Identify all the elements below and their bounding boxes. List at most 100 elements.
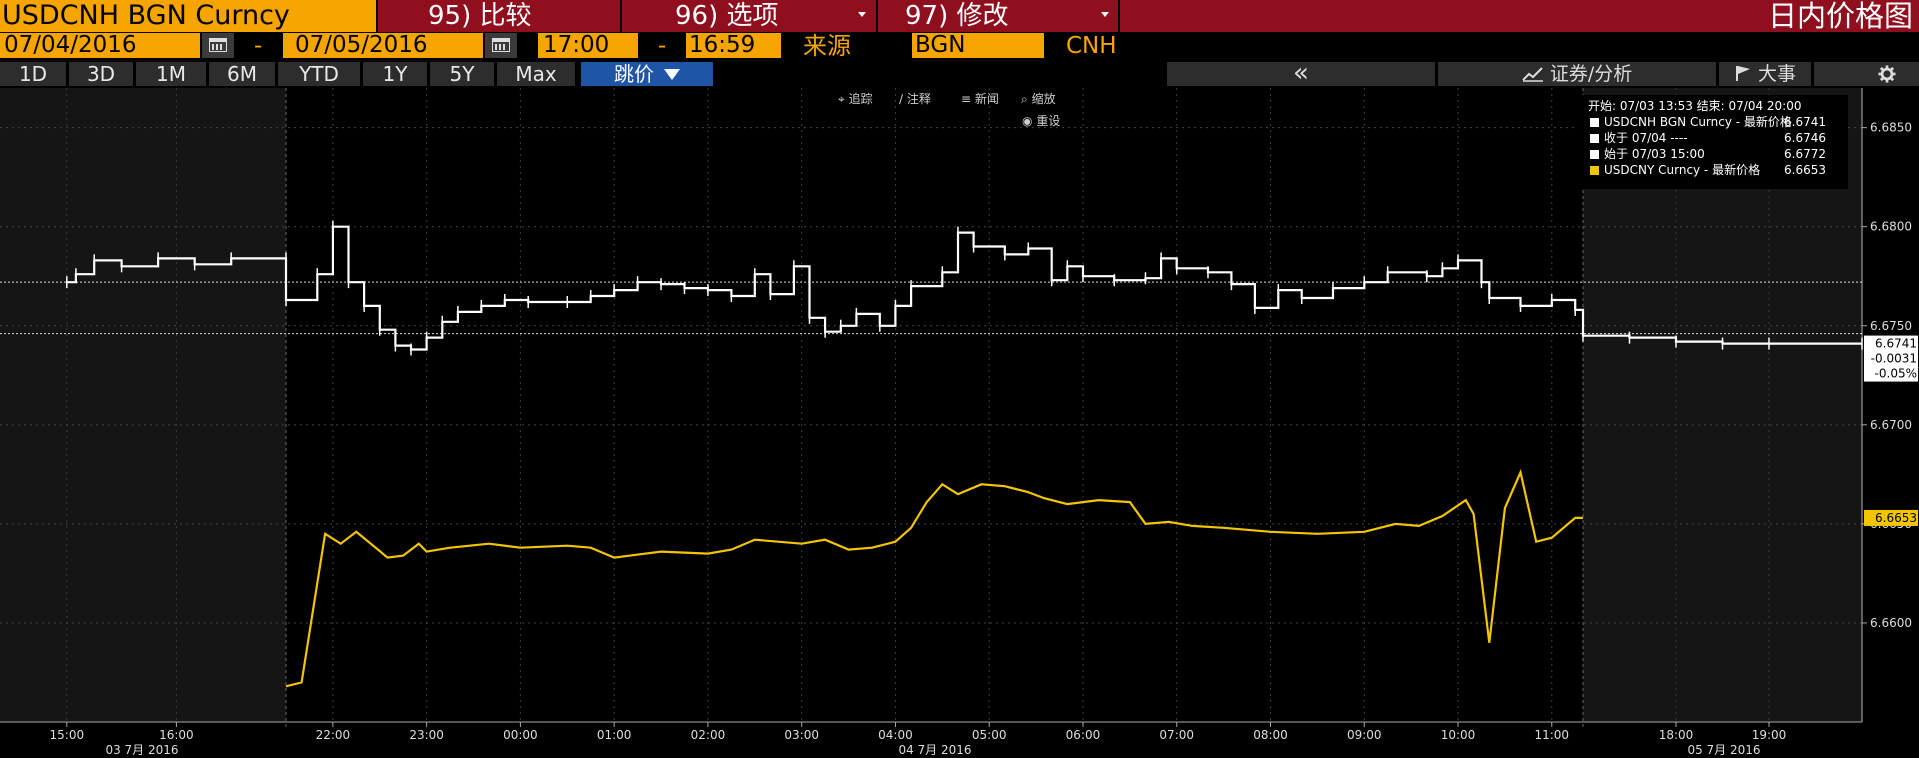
period-3d-button[interactable]: 3D [69,62,133,86]
period-1d-button[interactable]: 1D [0,62,66,86]
zoom-tool[interactable]: ⌕ 缩放 [1021,90,1056,107]
last-value-label: 6.6741 [1875,337,1917,351]
legend-swatch [1590,134,1599,143]
period-ytd-button[interactable]: YTD [278,62,360,86]
magnifier-icon: ⌕ [1021,92,1028,106]
separator [876,0,878,32]
date-range-dash: - [254,33,263,59]
x-tick-label: 05:00 [972,728,1007,742]
y-tick-label: 6.6750 [1870,319,1912,333]
reset-tool[interactable]: ◉ 重设 [1022,112,1060,129]
x-tick-label: 22:00 [316,728,351,742]
x-date-label: 03 7月 2016 [105,743,178,757]
currency-label: CNH [1066,33,1117,59]
end-date-field[interactable]: 07/05/2016 [283,33,483,58]
page-title: 日内价格图 [1767,0,1913,33]
y-tick-label: 6.6600 [1870,616,1912,630]
events-label: 大事 [1758,63,1797,85]
x-tick-label: 15:00 [50,728,85,742]
end-calendar-button[interactable] [485,33,517,58]
legend-row[interactable]: 始于 07/03 15:00 6.6772 [1574,147,1848,162]
x-tick-label: 01:00 [597,728,632,742]
period-5y-button[interactable]: 5Y [430,62,494,86]
start-time-field[interactable]: 17:00 [538,33,638,58]
period-max-button[interactable]: Max [497,62,575,86]
x-tick-label: 00:00 [503,728,538,742]
analysis-button[interactable]: 证券/分析 [1438,62,1716,86]
modify-menu[interactable]: 97) 修改 [905,0,1009,32]
x-tick-label: 19:00 [1752,728,1787,742]
legend-value: 6.6653 [1784,163,1826,177]
chevron-down-icon[interactable] [858,12,866,17]
settings-button[interactable] [1814,62,1919,86]
radio-icon: ◉ [1022,114,1033,128]
legend-label: 收于 07/04 ---- [1604,131,1688,145]
calendar-icon [492,38,510,52]
legend-row[interactable]: USDCNH BGN Curncy - 最新价格 6.6741 [1574,115,1848,130]
period-1m-button[interactable]: 1M [136,62,206,86]
track-label: 追踪 [848,92,873,106]
reset-label: 重设 [1036,114,1061,128]
x-tick-label: 10:00 [1441,728,1476,742]
menu-label: 修改 [956,1,1009,31]
period-1y-button[interactable]: 1Y [363,62,427,86]
x-tick-label: 16:00 [159,728,194,742]
legend-header: 开始: 07/03 13:53 结束: 07/04 20:00 [1588,99,1802,113]
news-icon: ≡ [961,92,972,106]
legend-swatch [1590,150,1599,159]
legend-swatch [1590,166,1599,175]
compare-menu[interactable]: 95) 比较 [428,0,532,32]
menu-number: 96) [675,1,719,31]
x-tick-label: 06:00 [1066,728,1101,742]
crosshair-icon: ⌖ [838,92,845,106]
annotate-tool[interactable]: ∕ 注释 [899,90,931,107]
x-tick-label: 03:00 [784,728,819,742]
legend-swatch [1590,118,1599,127]
last-value-label: -0.05% [1875,367,1917,381]
separator [1118,0,1120,32]
x-tick-label: 08:00 [1253,728,1288,742]
mode-label: 跳价 [614,62,654,86]
chevron-down-icon[interactable] [1101,12,1109,17]
source-label: 来源 [803,32,851,60]
annotate-label: 注释 [906,92,931,106]
track-tool[interactable]: ⌖ 追踪 [838,90,873,107]
security-ticker[interactable]: USDCNH BGN Curncy [0,0,376,32]
pencil-icon: ∕ [899,92,904,106]
top-bar: USDCNH BGN Curncy 95) 比较 96) 选项 97) 修改 日… [0,0,1919,32]
zoom-label: 缩放 [1031,92,1056,106]
flag-icon [1735,66,1750,81]
legend-value: 6.6741 [1784,115,1826,129]
x-tick-label: 11:00 [1534,728,1569,742]
source-field[interactable]: BGN [912,33,1044,58]
date-range-bar: 07/04/2016 - 07/05/2016 17:00 - 16:59 来源… [0,32,1919,60]
end-time-field[interactable]: 16:59 [686,33,781,58]
chart-analysis-icon [1522,67,1543,82]
calendar-icon [209,38,227,52]
options-menu[interactable]: 96) 选项 [675,0,779,32]
menu-label: 比较 [479,1,532,31]
time-range-dash: - [658,33,667,59]
start-date-field[interactable]: 07/04/2016 [0,33,200,58]
caret-down-icon [664,69,680,80]
start-calendar-button[interactable] [202,33,234,58]
off-session-shade [0,88,286,722]
last-value-label: 6.6653 [1875,511,1917,525]
last-value-label: -0.0031 [1871,352,1917,366]
legend-value: 6.6772 [1784,147,1826,161]
y-tick-label: 6.6800 [1870,220,1912,234]
legend-value: 6.6746 [1784,131,1826,145]
x-tick-label: 09:00 [1347,728,1382,742]
events-button[interactable]: 大事 [1719,62,1811,86]
y-tick-label: 6.6700 [1870,418,1912,432]
news-tool[interactable]: ≡ 新闻 [961,90,999,107]
gear-icon [1877,65,1896,83]
x-tick-label: 23:00 [409,728,444,742]
legend-row[interactable]: 收于 07/04 ---- 6.6746 [1574,131,1848,146]
menu-label: 选项 [726,1,779,31]
period-6m-button[interactable]: 6M [209,62,275,86]
legend-row[interactable]: USDCNY Curncy - 最新价格 6.6653 [1574,163,1848,178]
legend-label: USDCNY Curncy - 最新价格 [1604,163,1761,177]
mode-dropdown[interactable]: 跳价 [581,62,713,86]
collapse-button[interactable]: « [1167,60,1435,86]
